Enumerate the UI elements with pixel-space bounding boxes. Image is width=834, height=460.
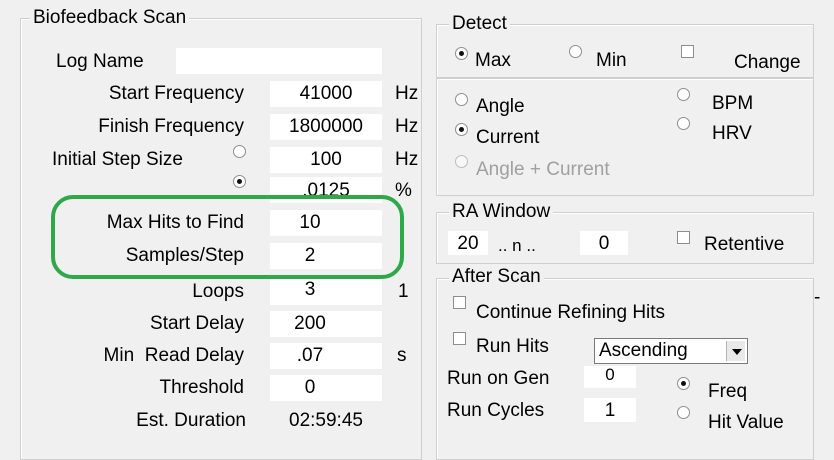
run-hits-order-value: Ascending (599, 340, 688, 361)
initial-step-size-value: 100 (310, 149, 342, 170)
continue-refining-label: Continue Refining Hits (476, 302, 666, 323)
detect-hrv-label: HRV (712, 123, 752, 144)
loops-value: 3 (304, 279, 316, 300)
threshold-label: Threshold (159, 377, 245, 398)
ra-window-end-value: 0 (598, 233, 610, 254)
detect-angle-current-label: Angle + Current (476, 159, 610, 180)
step-percent-radio[interactable] (233, 175, 246, 188)
retentive-checkbox[interactable] (677, 231, 690, 244)
log-name-input[interactable] (176, 48, 382, 74)
loops-label: Loops (192, 281, 244, 302)
biofeedback-scan-title: Biofeedback Scan (30, 8, 190, 28)
detect-bpm-radio[interactable] (677, 88, 690, 101)
finish-frequency-value: 1800000 (289, 116, 363, 137)
start-frequency-label: Start Frequency (108, 83, 244, 104)
min-read-delay-value: .07 (296, 345, 324, 366)
detect-change-label: Change (734, 52, 801, 73)
initial-step-size-label: Initial Step Size (52, 149, 183, 170)
detect-title: Detect (449, 14, 510, 34)
sort-freq-radio[interactable] (677, 377, 690, 390)
detect-max-radio[interactable] (455, 47, 468, 60)
ra-window-start-value: 20 (457, 233, 479, 254)
run-on-gen-value: 0 (605, 365, 615, 384)
est-duration-value: 02:59:45 (289, 410, 363, 431)
step-percent-unit: % (395, 180, 412, 201)
run-hits-label: Run Hits (476, 336, 549, 357)
detect-current-label: Current (476, 127, 540, 148)
detect-change-checkbox[interactable] (681, 45, 694, 58)
run-cycles-value: 1 (604, 400, 616, 421)
ra-window-n-label: .. n .. (498, 236, 536, 255)
ra-window-title: RA Window (449, 202, 554, 222)
detect-angle-label: Angle (476, 96, 525, 117)
sort-freq-label: Freq (708, 381, 748, 402)
start-delay-label: Start Delay (150, 313, 244, 334)
after-scan-dash: - (814, 287, 821, 308)
detect-bpm-label: BPM (712, 93, 754, 114)
step-hz-radio[interactable] (233, 145, 246, 158)
sort-hit-value-radio[interactable] (677, 406, 690, 419)
threshold-value: 0 (304, 377, 316, 398)
run-hits-order-select[interactable]: Ascending (594, 338, 748, 364)
start-frequency-unit: Hz (395, 83, 419, 104)
continue-refining-checkbox[interactable] (453, 296, 466, 309)
detect-angle-current-radio[interactable] (455, 155, 468, 168)
run-cycles-label: Run Cycles (447, 400, 545, 421)
loops-extra: 1 (398, 281, 409, 302)
retentive-label: Retentive (704, 234, 785, 255)
sort-hit-value-label: Hit Value (708, 412, 784, 433)
start-delay-value: 200 (294, 313, 326, 334)
detect-max-label: Max (475, 50, 511, 71)
finish-frequency-unit: Hz (395, 116, 419, 137)
start-frequency-value: 41000 (299, 83, 353, 104)
detect-min-radio[interactable] (569, 45, 582, 58)
detect-hrv-radio[interactable] (677, 117, 690, 130)
detect-angle-radio[interactable] (455, 93, 468, 106)
finish-frequency-label: Finish Frequency (98, 116, 244, 137)
highlight-outline (51, 195, 404, 279)
min-read-delay-unit: s (397, 345, 407, 366)
detect-current-radio[interactable] (455, 123, 468, 136)
detect-min-label: Min (596, 50, 627, 71)
est-duration-label: Est. Duration (136, 410, 246, 431)
initial-step-size-unit: Hz (395, 149, 419, 170)
after-scan-title: After Scan (449, 267, 544, 287)
chevron-down-icon[interactable] (726, 341, 745, 361)
run-on-gen-label: Run on Gen (447, 368, 550, 389)
min-read-delay-label: Min Read Delay (103, 345, 244, 366)
run-hits-checkbox[interactable] (453, 332, 466, 345)
log-name-label: Log Name (56, 51, 144, 72)
